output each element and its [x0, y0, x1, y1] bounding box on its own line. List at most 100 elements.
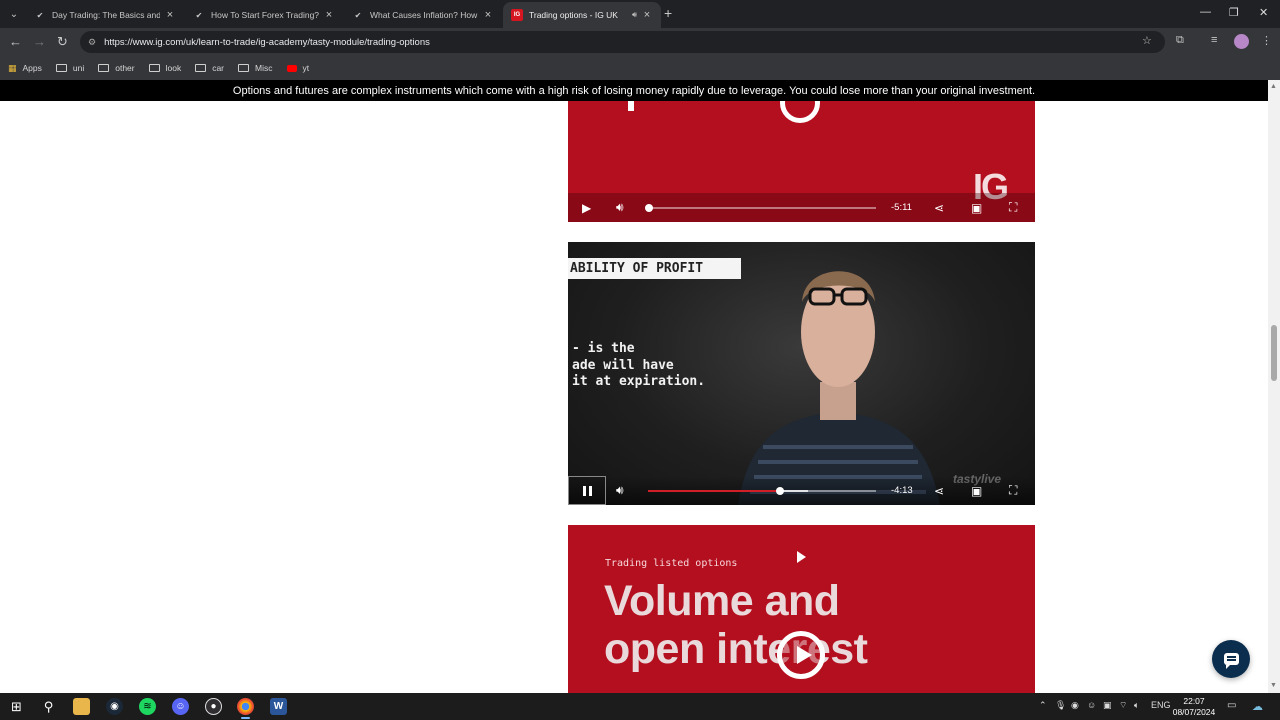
folder-icon	[55, 64, 67, 72]
time-remaining: -5:11	[891, 202, 912, 213]
buffered-bar	[780, 490, 808, 492]
menu-icon[interactable]: ⋮	[1261, 34, 1272, 47]
bookmark-car[interactable]: car	[195, 63, 224, 73]
apps-icon: ▦	[8, 62, 17, 73]
discord-icon[interactable]: ☺	[172, 698, 189, 715]
tab-day-trading[interactable]: ✔ Day Trading: The Basics and Ho ×	[26, 2, 184, 28]
bookmark-yt[interactable]: yt	[286, 63, 309, 73]
network-adapter-icon[interactable]: ▣	[1103, 700, 1112, 711]
obs-icon[interactable]: ●	[205, 698, 222, 715]
bookmark-look[interactable]: look	[148, 63, 181, 73]
chat-icon	[1223, 653, 1239, 669]
video-player-1[interactable]: IG ▶ 🔊︎ -5:11 ⋖ ▣ ⛶	[568, 101, 1035, 222]
time-remaining: -4:13	[891, 485, 913, 496]
picture-in-picture-icon[interactable]: ▣	[971, 484, 982, 498]
video-player-3[interactable]: Trading listed options Volume and open i…	[568, 525, 1035, 693]
text-fragment	[628, 101, 634, 111]
fullscreen-icon[interactable]: ⛶	[1009, 483, 1017, 498]
progress-bar[interactable]	[645, 204, 876, 212]
wifi-icon[interactable]: ⌔	[1119, 700, 1127, 711]
close-icon[interactable]: ×	[482, 9, 494, 21]
video-player-2[interactable]: ABILITY OF PROFIT - is the ade will have…	[568, 242, 1035, 505]
play-ring-icon	[780, 101, 820, 123]
share-icon[interactable]: ⋖	[934, 201, 944, 215]
video-controls: 🔊︎ -4:13 ⋖ ▣ ⛶	[568, 476, 1035, 505]
bookmark-star-icon[interactable]: ☆	[1142, 34, 1152, 47]
tab-strip: ⌄ ✔ Day Trading: The Basics and Ho × ✔ H…	[0, 0, 1280, 28]
system-clock[interactable]: 22:07 08/07/2024	[1170, 696, 1218, 718]
back-icon[interactable]: ←	[9, 34, 22, 49]
steam-icon[interactable]: ◉	[106, 698, 123, 715]
progress-knob[interactable]	[645, 204, 653, 212]
spotify-icon[interactable]: ≋	[139, 698, 156, 715]
page-scrollbar[interactable]: ▲ ▼	[1268, 80, 1280, 693]
bookmark-apps[interactable]: ▦ Apps	[8, 63, 42, 74]
folder-icon	[238, 64, 250, 72]
progress-fill	[648, 490, 781, 492]
volume-icon[interactable]: 🔊︎	[616, 483, 624, 498]
chrome-icon[interactable]	[237, 698, 254, 719]
chat-button[interactable]	[1212, 640, 1250, 678]
volume-tray-icon[interactable]: 🔈︎	[1134, 700, 1139, 711]
window-close-icon[interactable]: ✕	[1259, 6, 1268, 19]
progress-knob[interactable]	[776, 487, 785, 495]
widgets-icon[interactable]: ☁	[1252, 700, 1263, 713]
bookmark-misc[interactable]: Misc	[238, 63, 273, 73]
audio-playing-icon[interactable]: 🔊︎	[632, 10, 637, 20]
tab-search-icon[interactable]: ⌄	[4, 4, 24, 24]
scroll-up-icon[interactable]: ▲	[1270, 83, 1277, 90]
close-icon[interactable]: ×	[164, 9, 176, 21]
restore-icon[interactable]: ❐	[1229, 6, 1239, 19]
tab-inflation[interactable]: ✔ What Causes Inflation? How It's ×	[344, 2, 502, 28]
bookmark-uni[interactable]: uni	[55, 63, 84, 73]
microphone-icon[interactable]: 🎙︎	[1055, 700, 1066, 711]
minimize-icon[interactable]: —	[1200, 6, 1211, 18]
folder-icon	[195, 64, 207, 72]
presenter-figure	[738, 271, 940, 505]
windows-taskbar: ⊞ ⚲ ◉ ≋ ☺ ● W ⌃ 🎙︎ ◉ ☺ ▣ ⌔ 🔈︎ ENG 22:07 …	[0, 693, 1280, 720]
reload-icon[interactable]: ↻	[57, 34, 68, 50]
investopedia-icon: ✔	[36, 10, 44, 20]
volume-icon[interactable]: 🔊︎	[616, 200, 624, 215]
ig-icon: IG	[511, 9, 523, 21]
media-controls-icon[interactable]: ≡	[1211, 34, 1217, 46]
discord-tray-icon[interactable]: ☺	[1087, 700, 1096, 710]
extensions-icon[interactable]: ⧉	[1176, 34, 1184, 47]
close-icon[interactable]: ×	[323, 9, 335, 21]
pause-icon	[582, 485, 592, 496]
bookmark-other[interactable]: other	[98, 63, 135, 73]
investopedia-icon: ✔	[354, 10, 362, 20]
play-icon[interactable]	[797, 551, 806, 563]
investopedia-icon: ✔	[195, 10, 203, 20]
search-icon[interactable]: ⚲	[40, 698, 57, 715]
picture-in-picture-icon[interactable]: ▣	[971, 201, 982, 215]
share-icon[interactable]: ⋖	[934, 484, 944, 498]
notifications-icon[interactable]: ▭	[1227, 700, 1236, 711]
progress-bar[interactable]	[648, 487, 876, 495]
scrollbar-thumb[interactable]	[1271, 325, 1277, 381]
tray-expand-icon[interactable]: ⌃	[1039, 700, 1047, 711]
language-indicator[interactable]: ENG	[1151, 700, 1171, 710]
windows-start-icon[interactable]: ⊞	[8, 698, 25, 715]
scroll-down-icon[interactable]: ▼	[1270, 682, 1277, 689]
big-play-button[interactable]	[777, 631, 825, 679]
pause-button[interactable]	[568, 476, 606, 505]
address-bar[interactable]: ⚙ https://www.ig.com/uk/learn-to-trade/i…	[80, 31, 1165, 53]
risk-warning-banner: Options and futures are complex instrume…	[0, 80, 1268, 101]
site-info-icon[interactable]: ⚙	[88, 37, 96, 48]
bookmarks-bar: ▦ Apps uni other look car Misc yt	[0, 56, 1280, 80]
new-tab-icon[interactable]: +	[664, 5, 672, 21]
word-icon[interactable]: W	[270, 698, 287, 715]
play-icon[interactable]: ▶	[582, 201, 591, 215]
tab-trading-options[interactable]: IG Trading options - IG UK 🔊︎ ×	[503, 2, 661, 28]
folder-icon	[98, 64, 110, 72]
forward-icon[interactable]: →	[33, 34, 46, 49]
steam-tray-icon[interactable]: ◉	[1071, 700, 1079, 711]
file-explorer-icon[interactable]	[73, 698, 90, 715]
close-icon[interactable]: ×	[641, 9, 653, 21]
video-headline: Volume and open interest	[604, 577, 868, 673]
fullscreen-icon[interactable]: ⛶	[1009, 200, 1017, 215]
profile-avatar[interactable]	[1234, 34, 1249, 49]
tab-forex-trading[interactable]: ✔ How To Start Forex Trading? A ×	[185, 2, 343, 28]
video-overlay-label: ABILITY OF PROFIT	[568, 258, 741, 279]
